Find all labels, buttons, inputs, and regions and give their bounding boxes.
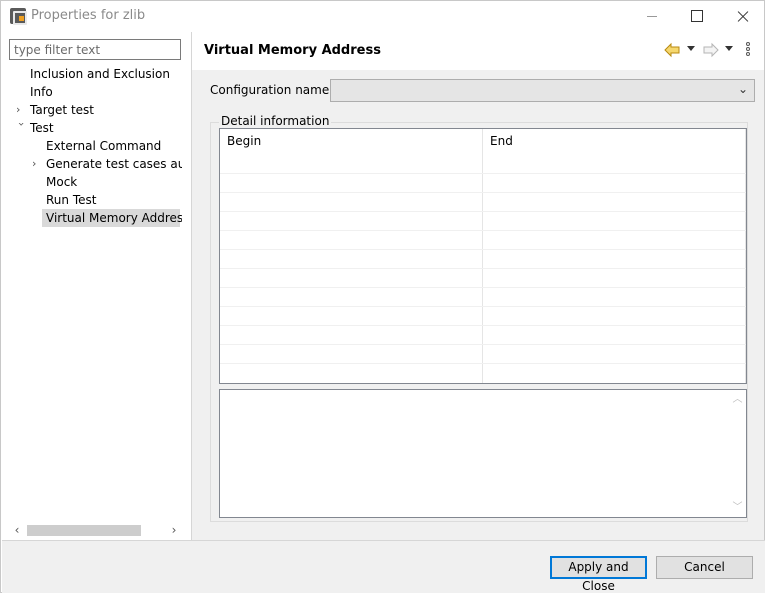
chevron-right-icon[interactable]: › — [16, 101, 28, 119]
tree-item-test[interactable]: › Test — [14, 119, 54, 137]
tree-item-label: Target test — [30, 103, 94, 117]
tree-view: Inclusion and Exclusion Info › Target te… — [2, 32, 182, 512]
back-dropdown-icon[interactable] — [687, 46, 695, 51]
scrollbar-thumb[interactable] — [27, 525, 141, 536]
tree-item-label: Run Test — [46, 193, 97, 207]
scroll-right-icon[interactable]: › — [168, 522, 180, 539]
properties-page: Virtual Memory Address Configuration nam… — [192, 32, 764, 540]
scroll-left-icon[interactable]: ‹ — [11, 522, 23, 539]
table-row[interactable] — [220, 211, 746, 231]
view-menu-icon[interactable] — [746, 42, 752, 58]
vertical-scrollbar[interactable]: ︿ ﹀ — [729, 390, 746, 517]
scroll-up-icon[interactable]: ︿ — [729, 392, 746, 408]
tree-item-run-test[interactable]: Run Test — [46, 191, 96, 209]
table-row[interactable] — [220, 173, 746, 193]
detail-text-area[interactable]: ︿ ﹀ — [219, 389, 747, 518]
table-row[interactable] — [220, 268, 746, 288]
chevron-down-icon: ⌄ — [737, 82, 748, 96]
tree-item-mock[interactable]: Mock — [46, 173, 77, 191]
minimize-icon[interactable] — [628, 1, 674, 32]
navigation-panel: Inclusion and Exclusion Info › Target te… — [2, 32, 191, 540]
page-header: Virtual Memory Address — [192, 32, 764, 70]
forward-arrow-icon[interactable] — [702, 41, 720, 59]
table-row[interactable] — [220, 325, 746, 345]
column-header-end[interactable]: End — [483, 129, 746, 173]
tree-item-label: Virtual Memory Address — [46, 211, 182, 225]
tree-item-info[interactable]: Info — [30, 83, 53, 101]
config-name-select[interactable]: ⌄ — [330, 79, 755, 102]
config-name-label: Configuration name: — [210, 83, 334, 97]
table-row[interactable] — [220, 344, 746, 364]
tree-item-virtual-memory-address[interactable]: Virtual Memory Address — [42, 209, 182, 227]
address-table[interactable]: Begin End — [219, 128, 747, 384]
cancel-button[interactable]: Cancel — [656, 556, 753, 579]
tree-item-inclusion-exclusion[interactable]: Inclusion and Exclusion — [30, 65, 170, 83]
maximize-icon[interactable] — [674, 1, 720, 32]
page-title: Virtual Memory Address — [204, 43, 381, 58]
app-icon — [10, 8, 27, 25]
column-header-begin[interactable]: Begin — [220, 129, 483, 173]
chevron-down-icon[interactable]: › — [12, 122, 30, 134]
scroll-down-icon[interactable]: ﹀ — [729, 500, 746, 516]
tree-item-generate-test-cases[interactable]: › Generate test cases autor — [30, 155, 182, 173]
button-bar: Apply and Close Cancel — [2, 541, 765, 593]
chevron-right-icon[interactable]: › — [32, 155, 44, 173]
properties-dialog: Properties for zlib Inclusion and Exclus… — [0, 0, 765, 593]
tree-item-external-command[interactable]: External Command — [46, 137, 161, 155]
apply-and-close-button[interactable]: Apply and Close — [550, 556, 647, 593]
back-arrow-icon[interactable] — [663, 41, 681, 59]
table-row[interactable] — [220, 287, 746, 307]
table-row[interactable] — [220, 363, 746, 383]
tree-item-target-test[interactable]: › Target test — [14, 101, 94, 119]
tree-item-label: Generate test cases autor — [46, 157, 182, 171]
horizontal-scrollbar[interactable]: ‹ › — [9, 522, 184, 539]
tree-item-label: Info — [30, 85, 53, 99]
group-label: Detail information — [219, 114, 332, 128]
tree-item-label: External Command — [46, 139, 162, 153]
tree-item-label: Test — [30, 121, 54, 135]
detail-information-group: Detail information Begin End ︿ ﹀ — [210, 114, 748, 522]
table-row[interactable] — [220, 249, 746, 269]
table-row[interactable] — [220, 230, 746, 250]
table-row[interactable] — [220, 192, 746, 212]
tree-item-label: Inclusion and Exclusion — [30, 67, 170, 81]
table-row[interactable] — [220, 306, 746, 326]
tree-item-label: Mock — [46, 175, 78, 189]
close-icon[interactable] — [719, 1, 765, 32]
title-bar: Properties for zlib — [1, 1, 764, 32]
window-title: Properties for zlib — [31, 8, 146, 23]
forward-dropdown-icon[interactable] — [725, 46, 733, 51]
